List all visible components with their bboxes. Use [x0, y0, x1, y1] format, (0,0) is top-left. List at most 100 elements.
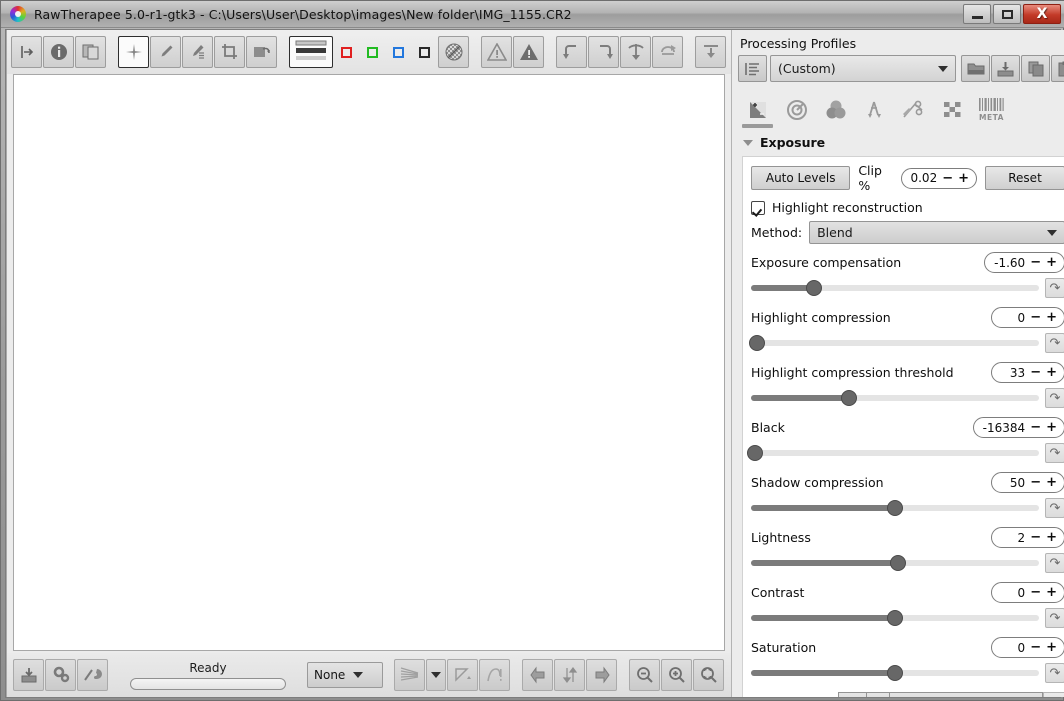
- tab-advanced[interactable]: [855, 92, 894, 128]
- plus-icon[interactable]: +: [1046, 475, 1057, 490]
- slider-knob[interactable]: [840, 390, 857, 406]
- zoom-in-button[interactable]: [661, 659, 692, 691]
- clip-percent-spinner[interactable]: 0.02 − +: [901, 167, 978, 189]
- slider-spinner[interactable]: 33 − +: [991, 362, 1064, 383]
- load-profile-button[interactable]: [961, 55, 990, 82]
- tab-raw[interactable]: [933, 92, 972, 128]
- previous-image-button[interactable]: [522, 659, 553, 691]
- slider-spinner[interactable]: 0 − +: [991, 307, 1064, 328]
- highlight-clipping-warning-button[interactable]: [513, 36, 544, 68]
- toggle-indicators-button[interactable]: [289, 36, 333, 68]
- tab-color[interactable]: [816, 92, 855, 128]
- profile-select[interactable]: (Custom): [770, 55, 956, 82]
- slider-knob[interactable]: [887, 610, 903, 626]
- reset-button[interactable]: Reset: [985, 166, 1064, 190]
- white-balance-picker-button[interactable]: [150, 36, 181, 68]
- tab-detail[interactable]: [777, 92, 816, 128]
- flip-vertical-button[interactable]: [652, 36, 683, 68]
- minus-icon[interactable]: −: [942, 171, 953, 186]
- zoom-out-button[interactable]: [629, 659, 660, 691]
- minus-icon[interactable]: −: [1030, 420, 1041, 435]
- sync-with-browser-button[interactable]: [554, 659, 585, 691]
- before-after-view-button[interactable]: [75, 36, 106, 68]
- slider-spinner[interactable]: 0 − +: [991, 637, 1064, 658]
- save-profile-button[interactable]: [991, 55, 1020, 82]
- maximize-button[interactable]: [993, 4, 1021, 24]
- plus-icon[interactable]: +: [1046, 420, 1057, 435]
- plus-icon[interactable]: +: [1046, 530, 1057, 545]
- color-picker-button[interactable]: [182, 36, 213, 68]
- slider-spinner[interactable]: -16384 − +: [972, 417, 1064, 438]
- image-preview-area[interactable]: [13, 74, 725, 651]
- slider-reset-icon[interactable]: ↷: [1045, 388, 1064, 408]
- shadow-clipping-warning-button[interactable]: [481, 36, 512, 68]
- close-button[interactable]: X: [1023, 4, 1061, 24]
- next-image-button[interactable]: [586, 659, 617, 691]
- slider-track[interactable]: [751, 665, 1039, 681]
- rotate-left-button[interactable]: [556, 36, 587, 68]
- zoom-to-fit-button[interactable]: [693, 659, 724, 691]
- plus-icon[interactable]: +: [1046, 255, 1057, 270]
- slider-spinner[interactable]: -1.60 − +: [984, 252, 1064, 273]
- slider-reset-icon[interactable]: ↷: [1045, 498, 1064, 518]
- plus-icon[interactable]: +: [1046, 365, 1057, 380]
- gamut-check-button[interactable]: [447, 659, 478, 691]
- slider-reset-icon[interactable]: ↷: [1045, 278, 1064, 298]
- checkbox-icon[interactable]: [751, 200, 765, 215]
- straighten-button[interactable]: [246, 36, 277, 68]
- preview-mode-select[interactable]: None: [307, 662, 383, 688]
- send-down-button[interactable]: [695, 36, 726, 68]
- copy-profile-button[interactable]: [1021, 55, 1050, 82]
- put-to-queue-button[interactable]: [45, 659, 76, 691]
- slider-track[interactable]: [751, 500, 1039, 516]
- slider-knob[interactable]: [887, 500, 903, 516]
- slider-spinner[interactable]: 50 − +: [991, 472, 1064, 493]
- plus-icon[interactable]: +: [1046, 310, 1057, 325]
- minus-icon[interactable]: −: [1030, 530, 1041, 545]
- soft-proofing-dropdown[interactable]: [426, 659, 446, 691]
- green-clipping-swatch[interactable]: [360, 36, 385, 68]
- slider-track[interactable]: [751, 280, 1039, 296]
- slider-track[interactable]: [748, 335, 1039, 351]
- blue-clipping-swatch[interactable]: [386, 36, 411, 68]
- plus-icon[interactable]: +: [1046, 585, 1057, 600]
- exposure-section-header[interactable]: Exposure: [732, 130, 1064, 156]
- preview-sharpening-button[interactable]: [438, 36, 469, 68]
- slider-knob[interactable]: [887, 665, 903, 681]
- red-clipping-swatch[interactable]: [334, 36, 359, 68]
- paste-profile-button[interactable]: [1051, 55, 1064, 82]
- minus-icon[interactable]: −: [1030, 310, 1041, 325]
- slider-knob[interactable]: [889, 555, 906, 571]
- minus-icon[interactable]: −: [1030, 475, 1041, 490]
- crop-button[interactable]: [214, 36, 245, 68]
- auto-levels-button[interactable]: Auto Levels: [751, 166, 851, 190]
- slider-track[interactable]: [751, 610, 1039, 626]
- image-info-button[interactable]: [43, 36, 74, 68]
- flip-horizontal-button[interactable]: [620, 36, 651, 68]
- profile-list-button[interactable]: [738, 55, 767, 82]
- slider-track[interactable]: [751, 390, 1039, 406]
- minimize-button[interactable]: [963, 4, 991, 24]
- send-to-editor-button[interactable]: [77, 659, 108, 691]
- slider-reset-icon[interactable]: ↷: [1045, 443, 1064, 463]
- slider-reset-icon[interactable]: ↷: [1045, 333, 1064, 353]
- save-image-button[interactable]: [13, 659, 44, 691]
- plus-icon[interactable]: +: [958, 171, 969, 186]
- tone-curve-1-type-icon[interactable]: [837, 692, 866, 697]
- slider-knob[interactable]: [746, 445, 763, 461]
- plus-icon[interactable]: +: [1046, 640, 1057, 655]
- minus-icon[interactable]: −: [1030, 640, 1041, 655]
- slider-reset-icon[interactable]: ↷: [1045, 608, 1064, 628]
- slider-knob[interactable]: [806, 280, 823, 296]
- neutral-clipping-swatch[interactable]: [412, 36, 437, 68]
- slider-reset-icon[interactable]: ↷: [1045, 553, 1064, 573]
- slider-knob[interactable]: [748, 335, 765, 351]
- tab-transform[interactable]: [894, 92, 933, 128]
- out-of-gamut-warning-button[interactable]: [479, 659, 510, 691]
- tab-metadata[interactable]: META: [972, 92, 1011, 128]
- slider-track[interactable]: [751, 555, 1039, 571]
- tone-curve-1-reset-icon[interactable]: ↷: [1043, 692, 1064, 697]
- slider-spinner[interactable]: 0 − +: [991, 582, 1064, 603]
- tone-curve-1-select[interactable]: Standard: [889, 692, 1043, 697]
- tab-exposure[interactable]: [738, 92, 777, 128]
